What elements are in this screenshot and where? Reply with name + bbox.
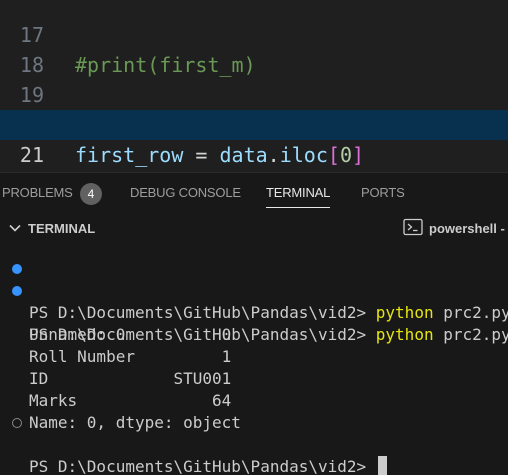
chevron-down-icon[interactable] bbox=[8, 221, 22, 235]
tab-ports[interactable]: PORTS bbox=[361, 185, 405, 200]
editor-line[interactable]: 19 # so basically this was a col we se bbox=[0, 50, 508, 137]
terminal-cursor bbox=[377, 456, 387, 475]
prompt-text: PS D:\Documents\GitHub\Pandas\vid2> bbox=[29, 457, 376, 475]
command-success-dot-icon[interactable] bbox=[12, 286, 22, 296]
terminal-line: PS D:\Documents\GitHub\Pandas\vid2> pyth… bbox=[0, 280, 508, 344]
terminal-powershell-icon bbox=[403, 218, 423, 236]
command-pending-dot-icon[interactable] bbox=[12, 418, 22, 428]
terminal-line: PS D:\Documents\GitHub\Pandas\vid2> pyth… bbox=[0, 258, 508, 322]
terminal-line: Marks 64 bbox=[0, 368, 508, 410]
command-success-dot-icon[interactable] bbox=[12, 264, 22, 274]
problems-count-badge: 4 bbox=[80, 183, 102, 205]
editor-line-current[interactable]: 21 print(first_row) bbox=[0, 110, 508, 167]
code-editor[interactable]: 17 #print(first_m) 18 19 # so basically … bbox=[0, 0, 508, 172]
editor-line[interactable]: 22 bbox=[0, 140, 508, 170]
terminal-line: Name: 0, dtype: object bbox=[0, 390, 508, 432]
terminal-line: ID STU001 bbox=[0, 346, 508, 388]
shell-selector[interactable]: powershell - bbox=[429, 221, 505, 236]
tab-debug-console[interactable]: DEBUG CONSOLE bbox=[130, 185, 241, 200]
terminal-line: Roll Number 1 bbox=[0, 324, 508, 366]
editor-line[interactable]: 17 #print(first_m) bbox=[0, 0, 508, 77]
terminal-line-active[interactable]: PS D:\Documents\GitHub\Pandas\vid2> bbox=[0, 412, 508, 475]
editor-line[interactable]: 20 first_row = data.iloc[0] bbox=[0, 80, 508, 167]
tab-terminal[interactable]: TERMINAL bbox=[266, 185, 330, 208]
terminal-output[interactable]: PS D:\Documents\GitHub\Pandas\vid2> pyth… bbox=[0, 244, 508, 475]
terminal-section-title: TERMINAL bbox=[28, 221, 96, 236]
editor-line[interactable]: 18 bbox=[0, 20, 508, 77]
tab-problems[interactable]: PROBLEMS bbox=[2, 185, 73, 200]
panel-tab-bar: PROBLEMS 4 DEBUG CONSOLE TERMINAL PORTS bbox=[0, 172, 508, 212]
terminal-section-header[interactable]: TERMINAL powershell - bbox=[0, 212, 508, 244]
terminal-line: Unnamed: 0 0 bbox=[0, 302, 508, 344]
